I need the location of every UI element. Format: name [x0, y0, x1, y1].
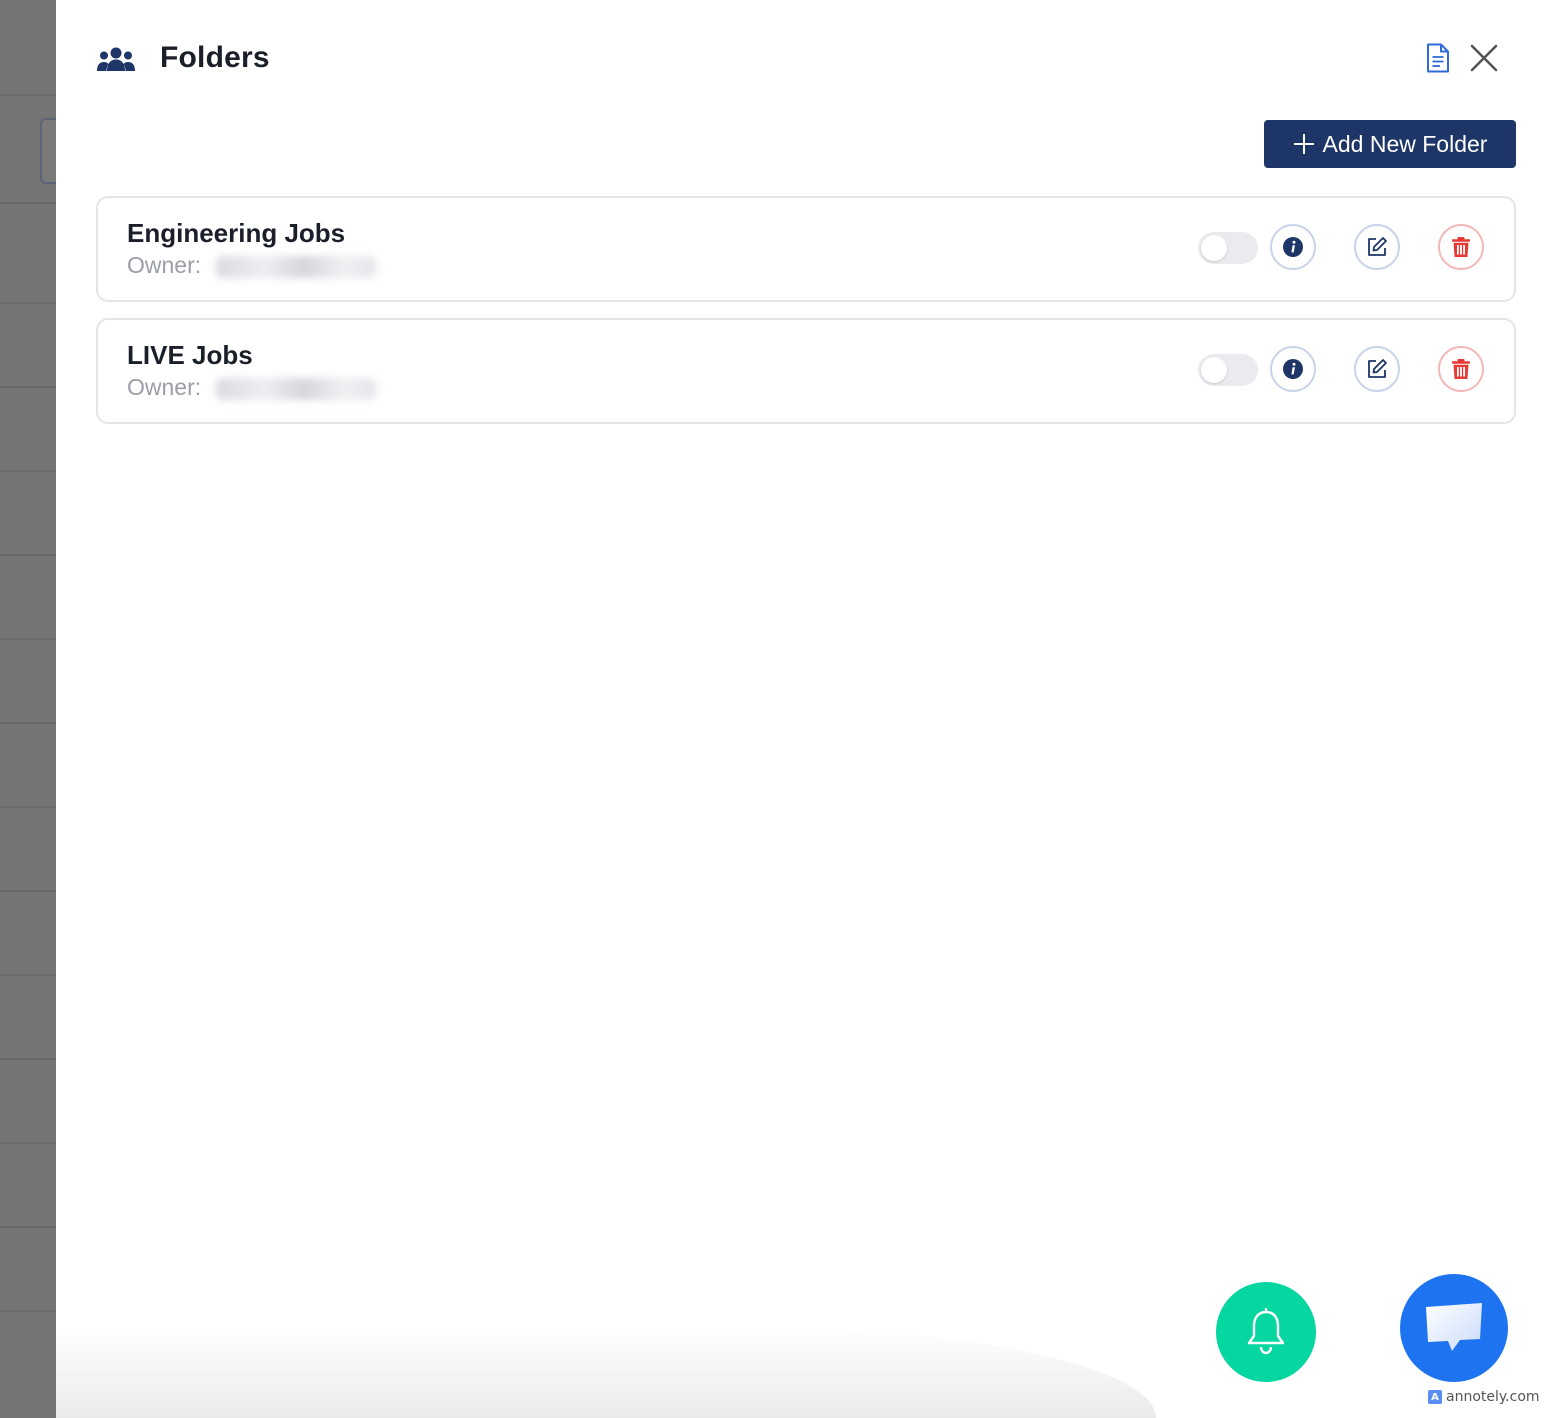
add-new-folder-label: Add New Folder — [1322, 130, 1488, 157]
divider — [0, 1142, 56, 1144]
page-title: Folders — [160, 41, 270, 74]
delete-button[interactable] — [1438, 224, 1484, 270]
folder-name: LIVE Jobs — [127, 340, 253, 370]
info-icon — [1283, 359, 1303, 379]
folders-drawer: Folders Add New Folder Engineering Jobs … — [56, 0, 1554, 1418]
team-icon — [97, 47, 135, 71]
close-icon[interactable] — [1469, 43, 1499, 73]
divider — [0, 302, 56, 304]
divider — [0, 386, 56, 388]
chat-button[interactable] — [1400, 1274, 1508, 1382]
background-input — [40, 118, 56, 184]
folder-toggle[interactable] — [1198, 232, 1258, 264]
divider — [0, 890, 56, 892]
edit-button[interactable] — [1354, 346, 1400, 392]
folder-card: LIVE Jobs Owner: — [96, 318, 1516, 424]
folder-owner-label: Owner: — [127, 252, 202, 278]
folder-card: Engineering Jobs Owner: — [96, 196, 1516, 302]
folder-toggle[interactable] — [1198, 354, 1258, 386]
trash-icon — [1452, 237, 1470, 257]
divider — [0, 1226, 56, 1228]
divider — [0, 638, 56, 640]
divider — [0, 94, 56, 96]
drawer-header: Folders — [96, 30, 1516, 88]
notifications-button[interactable] — [1216, 1282, 1316, 1382]
edit-button[interactable] — [1354, 224, 1400, 270]
delete-button[interactable] — [1438, 346, 1484, 392]
annotely-logo-icon: A — [1428, 1390, 1442, 1404]
divider — [0, 470, 56, 472]
chat-icon — [1426, 1303, 1482, 1351]
add-new-folder-button[interactable]: Add New Folder — [1264, 120, 1516, 168]
background-page — [0, 0, 56, 1418]
divider — [0, 806, 56, 808]
plus-icon — [1293, 134, 1314, 154]
owner-value-redacted — [216, 256, 376, 278]
edit-icon — [1368, 237, 1387, 256]
info-button[interactable] — [1270, 346, 1316, 392]
owner-value-redacted — [216, 378, 376, 400]
toggle-knob — [1201, 357, 1227, 383]
folder-name: Engineering Jobs — [127, 218, 346, 248]
bottom-shadow — [56, 1328, 1156, 1418]
divider — [0, 202, 56, 204]
watermark: A annotely.com — [1428, 1387, 1540, 1407]
watermark-text: annotely.com — [1446, 1389, 1540, 1405]
divider — [0, 1310, 56, 1312]
info-button[interactable] — [1270, 224, 1316, 270]
divider — [0, 722, 56, 724]
divider — [0, 554, 56, 556]
folder-owner-label: Owner: — [127, 374, 202, 400]
divider — [0, 974, 56, 976]
divider — [0, 1058, 56, 1060]
edit-icon — [1368, 359, 1387, 378]
toggle-knob — [1201, 235, 1227, 261]
trash-icon — [1452, 359, 1470, 379]
document-icon[interactable] — [1425, 43, 1451, 73]
bell-icon — [1247, 1308, 1285, 1355]
info-icon — [1283, 237, 1303, 257]
